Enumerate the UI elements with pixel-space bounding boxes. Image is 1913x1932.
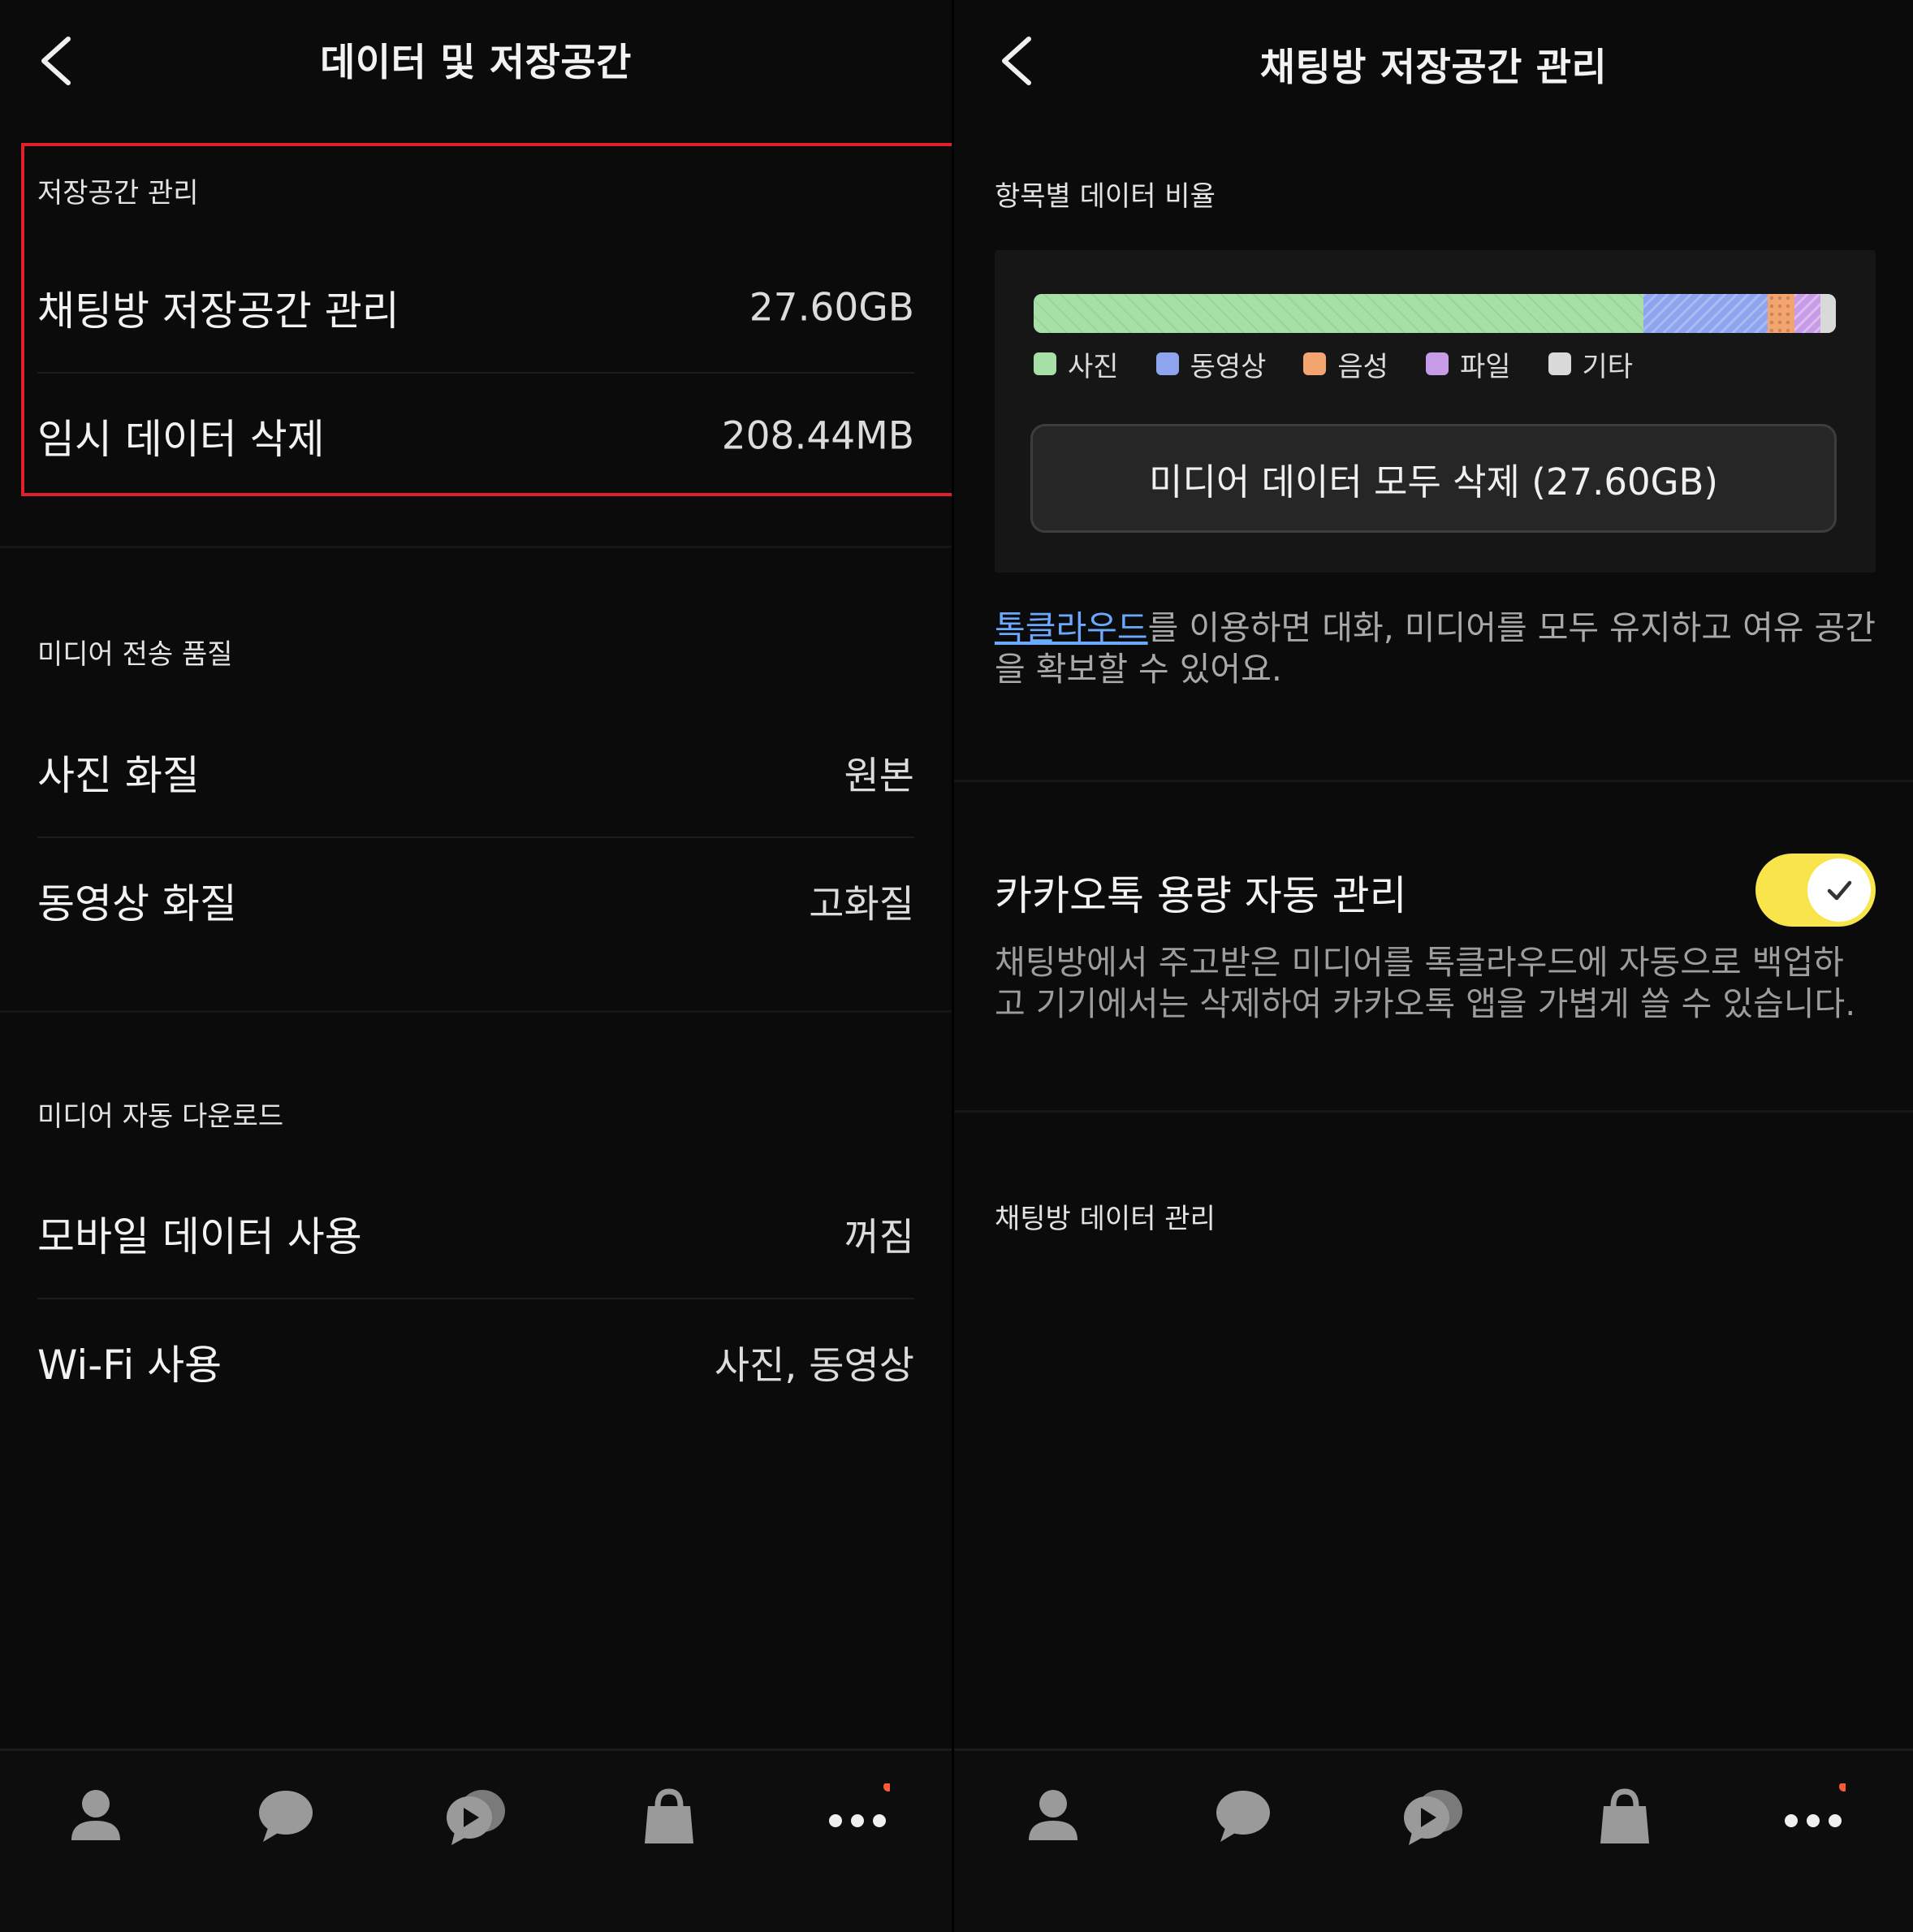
toggle-knob: [1807, 858, 1871, 922]
legend-swatch: [1425, 352, 1449, 375]
friends-tab[interactable]: [63, 1783, 128, 1848]
shopping-tab[interactable]: [1592, 1783, 1657, 1848]
row-divider: [37, 1298, 914, 1299]
talkcloud-link[interactable]: 톡클라우드: [995, 608, 1148, 647]
video-quality-row[interactable]: 동영상 화질 고화질: [37, 848, 914, 953]
openchat-tab[interactable]: [443, 1783, 508, 1848]
section-label-auto-download: 미디어 자동 다운로드: [37, 1100, 284, 1133]
openchat-icon: [1404, 1790, 1462, 1845]
legend-swatch: [1548, 352, 1571, 375]
legend-swatch: [1034, 352, 1056, 375]
storage-card: 사진 동영상 음성 파일 기타 미디어 데이터 모두 삭제 (27.60GB): [995, 250, 1876, 573]
storage-segment: [1820, 294, 1836, 333]
row-value: 꺼짐: [844, 1215, 914, 1260]
section-divider: [954, 780, 1913, 782]
row-label: Wi-Fi 사용: [37, 1342, 222, 1389]
data-storage-screen: 데이터 및 저장공간 저장공간 관리 채팅방 저장공간 관리 27.60GB 임…: [0, 0, 952, 1932]
storage-ratio-bar: [1034, 294, 1836, 333]
row-value: 원본: [844, 754, 914, 799]
row-value: 고화질: [809, 882, 914, 927]
row-divider: [37, 836, 914, 838]
chatroom-storage-screen: 채팅방 저장공간 관리 항목별 데이터 비율 사진 동영상 음성 파일 기타 미디어 데…: [954, 0, 1913, 1932]
more-tab[interactable]: [1781, 1782, 1849, 1848]
shopping-icon: [645, 1788, 693, 1843]
shopping-tab[interactable]: [637, 1783, 702, 1848]
legend-item: 음성: [1303, 344, 1388, 384]
legend-swatch: [1155, 352, 1179, 375]
more-icon: [829, 1782, 893, 1827]
legend-item: 기타: [1548, 344, 1634, 384]
legend-label: 기타: [1582, 350, 1634, 383]
storage-segment: [1643, 294, 1768, 333]
openchat-icon: [447, 1790, 505, 1845]
section-label-ratio: 항목별 데이터 비율: [995, 180, 1216, 213]
auto-manage-description: 채팅방에서 주고받은 미디어를 톡클라우드에 자동으로 백업하고 기기에서는 삭…: [995, 943, 1856, 1023]
chats-icon: [259, 1791, 313, 1842]
storage-legend: 사진 동영상 음성 파일 기타: [1034, 344, 1670, 384]
row-label: 동영상 화질: [37, 880, 237, 927]
legend-label: 음성: [1337, 350, 1388, 383]
auto-manage-toggle[interactable]: [1755, 854, 1876, 927]
section-label-chat-data: 채팅방 데이터 관리: [995, 1203, 1216, 1235]
friends-tab[interactable]: [1021, 1783, 1086, 1848]
mobile-data-row[interactable]: 모바일 데이터 사용 꺼짐: [37, 1181, 914, 1286]
talkcloud-info: 톡클라우드를 이용하면 대화, 미디어를 모두 유지하고 여유 공간을 확보할 …: [995, 607, 1880, 690]
chats-tab[interactable]: [253, 1783, 318, 1848]
wifi-row[interactable]: Wi-Fi 사용 사진, 동영상: [37, 1309, 914, 1415]
legend-label: 사진: [1068, 350, 1119, 383]
legend-item: 동영상: [1155, 344, 1267, 384]
openchat-tab[interactable]: [1401, 1783, 1466, 1848]
check-icon: [1827, 880, 1852, 901]
chats-icon: [1216, 1791, 1270, 1842]
storage-segment: [1034, 294, 1643, 333]
bottom-tab-bar: [954, 1748, 1913, 1932]
section-label-media-quality: 미디어 전송 품질: [37, 638, 233, 671]
row-label: 사진 화질: [37, 752, 200, 799]
delete-all-media-button[interactable]: 미디어 데이터 모두 삭제 (27.60GB): [1030, 424, 1837, 533]
storage-segment: [1768, 294, 1794, 333]
section-divider: [0, 1010, 952, 1013]
bottom-tab-bar: [0, 1748, 952, 1932]
row-value: 사진, 동영상: [714, 1343, 914, 1389]
storage-segment: [1794, 294, 1821, 333]
page-title: 데이터 및 저장공간: [320, 41, 632, 85]
friends-icon: [1029, 1790, 1077, 1840]
legend-swatch: [1303, 352, 1327, 375]
more-tab[interactable]: [825, 1782, 893, 1848]
legend-label: 동영상: [1190, 350, 1267, 383]
shopping-icon: [1600, 1788, 1649, 1843]
page-title: 채팅방 저장공간 관리: [1259, 45, 1608, 90]
friends-icon: [71, 1790, 120, 1840]
section-divider: [0, 546, 952, 548]
row-label: 모바일 데이터 사용: [37, 1213, 362, 1260]
auto-manage-label: 카카오톡 용량 자동 관리: [995, 872, 1407, 919]
highlight-box: [21, 143, 952, 496]
legend-item: 파일: [1425, 344, 1511, 384]
more-icon: [1785, 1782, 1849, 1827]
section-divider: [954, 1110, 1913, 1113]
photo-quality-row[interactable]: 사진 화질 원본: [37, 720, 914, 825]
legend-label: 파일: [1459, 350, 1511, 383]
legend-item: 사진: [1034, 344, 1119, 384]
chats-tab[interactable]: [1211, 1783, 1276, 1848]
